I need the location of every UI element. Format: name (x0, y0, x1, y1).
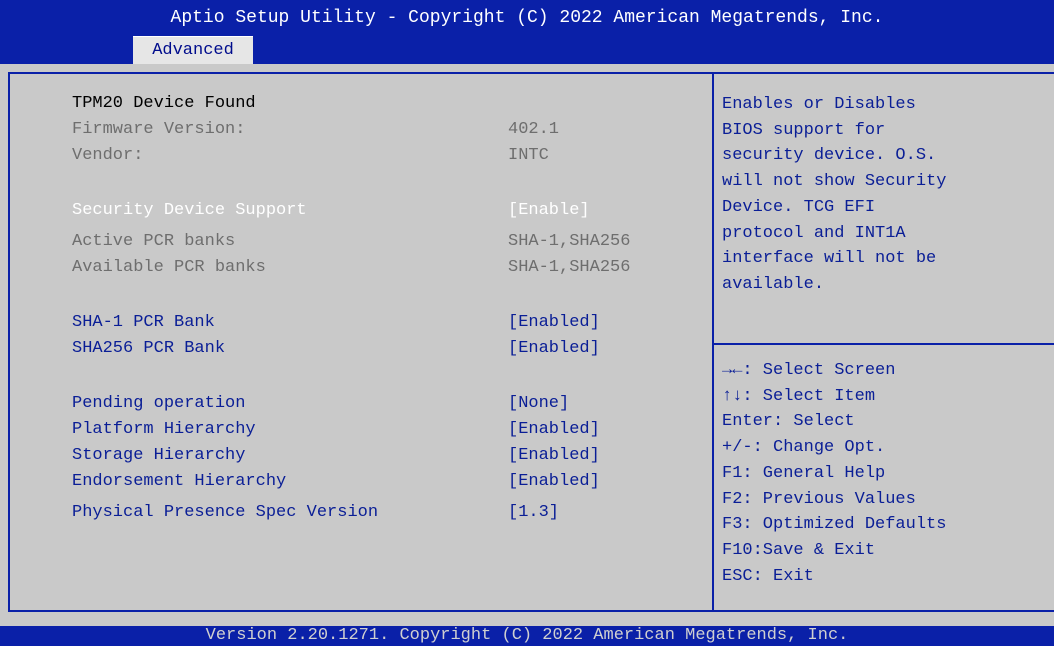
physical-presence-spec-version-label[interactable]: Physical Presence Spec Version (72, 503, 378, 523)
available-pcr-banks-label: Available PCR banks (72, 258, 266, 277)
storage-hierarchy-label[interactable]: Storage Hierarchy (72, 446, 245, 466)
platform-hierarchy-value[interactable]: [Enabled] (508, 420, 600, 440)
version-footer: Version 2.20.1271. Copyright (C) 2022 Am… (0, 626, 1054, 646)
help-divider (714, 343, 1054, 345)
firmware-version-label: Firmware Version: (72, 120, 246, 139)
pending-operation-value[interactable]: [None] (508, 394, 569, 414)
security-device-support-label[interactable]: Security Device Support (72, 201, 307, 221)
endorsement-hierarchy-value[interactable]: [Enabled] (508, 472, 600, 492)
vendor-label: Vendor: (72, 146, 144, 165)
physical-presence-spec-version-value[interactable]: [1.3] (508, 503, 559, 523)
storage-hierarchy-value[interactable]: [Enabled] (508, 446, 600, 466)
sha256-pcr-bank-label[interactable]: SHA256 PCR Bank (72, 339, 225, 359)
active-pcr-banks-value: SHA-1,SHA256 (508, 232, 631, 251)
title-bar: Aptio Setup Utility - Copyright (C) 2022… (0, 0, 1054, 64)
vertical-divider (712, 72, 714, 612)
available-pcr-banks-value: SHA-1,SHA256 (508, 258, 631, 277)
sha1-pcr-bank-label[interactable]: SHA-1 PCR Bank (72, 313, 215, 333)
pending-operation-label[interactable]: Pending operation (72, 394, 245, 414)
utility-title: Aptio Setup Utility - Copyright (C) 2022… (170, 8, 884, 28)
navigation-key-legend: →←: Select Screen ↑↓: Select Item Enter:… (722, 361, 947, 586)
sha1-pcr-bank-value[interactable]: [Enabled] (508, 313, 600, 333)
tab-advanced[interactable]: Advanced (133, 36, 253, 64)
vendor-value: INTC (508, 146, 549, 165)
firmware-version-value: 402.1 (508, 120, 560, 139)
active-pcr-banks-label: Active PCR banks (72, 232, 236, 251)
endorsement-hierarchy-label[interactable]: Endorsement Hierarchy (72, 472, 286, 492)
security-device-support-value[interactable]: [Enable] (508, 201, 590, 221)
tpm-device-found-heading: TPM20 Device Found (72, 94, 256, 113)
sha256-pcr-bank-value[interactable]: [Enabled] (508, 339, 600, 359)
item-help-text: Enables or Disables BIOS support for sec… (722, 95, 947, 294)
platform-hierarchy-label[interactable]: Platform Hierarchy (72, 420, 256, 440)
